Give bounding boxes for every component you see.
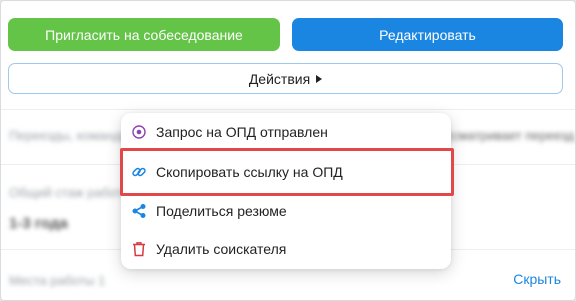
experience-label: Общий стаж работы xyxy=(9,185,132,200)
trash-icon xyxy=(130,240,148,258)
actions-label: Действия xyxy=(248,70,311,87)
experience-value: 1-3 года xyxy=(9,215,68,232)
vacancy-candidate-panel: Пригласить на собеседование Редактироват… xyxy=(0,0,576,301)
menu-item-opd-request-sent[interactable]: Запрос на ОПД отправлен xyxy=(121,113,451,151)
workplaces-label: Места работы 1 xyxy=(9,273,106,288)
menu-item-label: Поделиться резюме xyxy=(156,203,287,219)
menu-item-label: Удалить соискателя xyxy=(156,241,287,257)
menu-item-label: Запрос на ОПД отправлен xyxy=(156,124,328,140)
actions-menu: Запрос на ОПД отправлен Скопировать ссыл… xyxy=(121,113,451,269)
caret-right-icon xyxy=(316,74,323,83)
actions-dropdown-button[interactable]: Действия xyxy=(8,63,563,94)
link-icon xyxy=(130,163,148,181)
menu-item-share-resume[interactable]: Поделиться резюме xyxy=(121,192,451,230)
menu-item-delete-candidate[interactable]: Удалить соискателя xyxy=(121,230,451,268)
edit-button[interactable]: Редактировать xyxy=(292,18,563,51)
radio-dot-icon xyxy=(130,123,148,141)
menu-item-label: Скопировать ссылку на ОПД xyxy=(156,164,343,180)
divider xyxy=(1,109,575,110)
menu-item-copy-opd-link[interactable]: Скопировать ссылку на ОПД xyxy=(121,153,451,191)
invite-to-interview-button[interactable]: Пригласить на собеседование xyxy=(8,18,280,51)
hide-link[interactable]: Скрыть xyxy=(513,271,561,287)
share-icon xyxy=(130,202,148,220)
